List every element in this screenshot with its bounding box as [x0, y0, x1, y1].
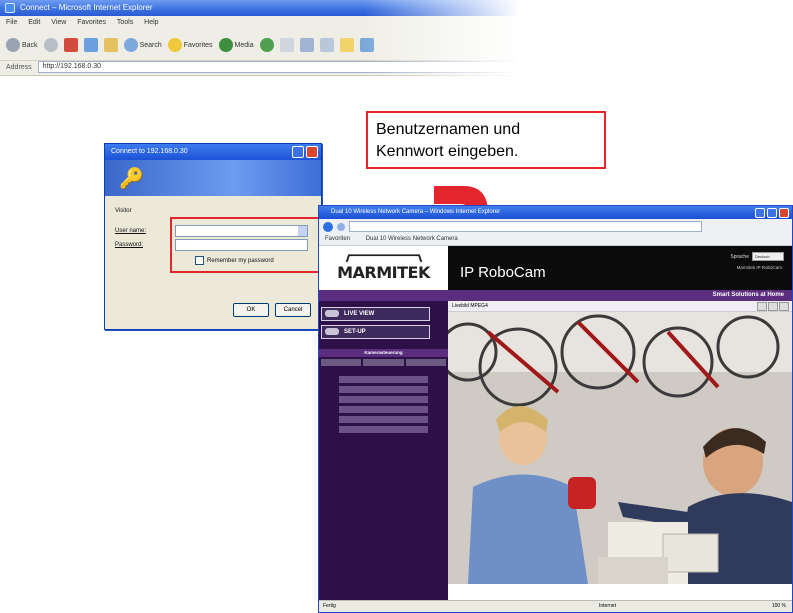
maximize-icon[interactable]	[767, 208, 777, 218]
menu-view[interactable]: View	[51, 19, 66, 26]
dialog-banner: 🔑	[105, 160, 321, 196]
realm-label: Visitor	[115, 208, 132, 214]
menu-item[interactable]	[339, 426, 428, 433]
sidebar: LIVE VIEW SET-UP Kamerasteuerung	[319, 301, 448, 601]
close-icon[interactable]	[779, 208, 789, 218]
ptz-controls	[319, 357, 448, 368]
camera-browser-window: Dual 10 Wireless Network Camera – Window…	[318, 205, 793, 613]
address-input[interactable]	[349, 221, 702, 232]
status-bar: Fertig Internet 100 %	[319, 600, 792, 612]
live-view-button[interactable]: LIVE VIEW	[321, 307, 430, 321]
ok-button[interactable]: OK	[233, 303, 269, 317]
toolbar: Back Search Favorites Media	[0, 30, 520, 61]
minimize-icon[interactable]	[755, 208, 765, 218]
device-info: Marmitek IP RoboCam	[736, 265, 782, 270]
home-icon[interactable]	[103, 38, 118, 52]
print-icon[interactable]	[299, 38, 314, 52]
back-arrow-icon[interactable]	[323, 221, 333, 232]
back-arrow-icon	[6, 38, 20, 52]
favorites-button[interactable]: Favorites	[167, 38, 213, 52]
search-button[interactable]: Search	[123, 38, 162, 52]
camera-web-page: MARMITEK IP RoboCam Sprache Deutsch Marm…	[319, 246, 792, 601]
forward-arrow-icon[interactable]	[337, 222, 345, 231]
navigation-bar	[319, 219, 792, 234]
callout-line-2: Kennwort eingeben.	[376, 143, 519, 160]
menu-favorites[interactable]: Favorites	[77, 19, 106, 26]
keys-icon: 🔑	[119, 168, 144, 190]
dialog-title-bar: Connect to 192.168.0.30	[105, 144, 321, 160]
forward-arrow-icon[interactable]	[43, 38, 58, 52]
product-title: IP RoboCam	[460, 264, 546, 281]
product-banner: IP RoboCam Sprache Deutsch Marmitek IP R…	[448, 246, 792, 290]
star-icon	[167, 38, 182, 52]
camera-video-feed[interactable]	[448, 312, 792, 584]
title-bar: Dual 10 Wireless Network Camera – Window…	[319, 206, 792, 219]
menu-item[interactable]	[339, 396, 428, 403]
menu-item[interactable]	[339, 386, 428, 393]
dialog-title: Connect to 192.168.0.30	[111, 148, 188, 155]
help-icon[interactable]	[292, 146, 304, 158]
zone-indicator: Internet	[599, 603, 616, 609]
refresh-icon[interactable]	[83, 38, 98, 52]
credentials-highlight	[170, 217, 324, 273]
address-bar: Address http://192.168.0.30	[0, 61, 520, 76]
slogan-bar: Smart Solutions at Home	[319, 290, 792, 301]
mail-icon[interactable]	[279, 38, 294, 52]
menu-help[interactable]: Help	[144, 19, 158, 26]
window-title: Connect – Microsoft Internet Explorer	[20, 3, 153, 12]
edit-icon[interactable]	[319, 38, 334, 52]
menu-edit[interactable]: Edit	[28, 19, 40, 26]
slogan: Smart Solutions at Home	[712, 292, 784, 298]
ptz-title: Kamerasteuerung	[319, 349, 448, 357]
messenger-icon[interactable]	[359, 38, 374, 52]
menu-file[interactable]: File	[6, 19, 17, 26]
cancel-button[interactable]: Cancel	[275, 303, 311, 317]
language-label: Sprache	[730, 253, 749, 260]
menu-item[interactable]	[339, 416, 428, 423]
search-icon	[123, 38, 138, 52]
fullscreen-icon[interactable]	[779, 302, 789, 311]
brand-logo: MARMITEK	[319, 246, 448, 290]
title-bar: Connect – Microsoft Internet Explorer	[0, 0, 520, 16]
history-icon[interactable]	[259, 38, 274, 52]
live-view-pane: Livebild MPEG4	[448, 301, 792, 601]
setup-button[interactable]: SET-UP	[321, 325, 430, 339]
ptz-button[interactable]	[363, 359, 404, 366]
address-input[interactable]: http://192.168.0.30	[37, 61, 514, 74]
stream-toolbar: Livebild MPEG4	[448, 301, 792, 312]
callout-line-1: Benutzernamen und	[376, 121, 521, 138]
wrench-icon	[325, 328, 339, 335]
window-title: Dual 10 Wireless Network Camera – Window…	[331, 209, 501, 215]
instruction-callout: Benutzernamen und Kennwort eingeben.	[366, 111, 606, 169]
favorites-bar: Favoriten Dual 10 Wireless Network Camer…	[319, 234, 792, 246]
zoom-in-icon[interactable]	[757, 302, 767, 311]
settings-menu	[319, 376, 448, 433]
ptz-button[interactable]	[405, 359, 446, 366]
username-label: User name:	[115, 228, 147, 234]
menu-bar: File Edit View Favorites Tools Help	[0, 16, 520, 30]
status-text: Fertig	[323, 603, 336, 609]
menu-tools[interactable]: Tools	[117, 19, 133, 26]
stop-icon[interactable]	[63, 38, 78, 52]
zoom-out-icon[interactable]	[768, 302, 778, 311]
password-label: Password:	[115, 242, 144, 248]
media-icon	[218, 38, 233, 52]
back-button[interactable]: Back	[6, 38, 38, 52]
close-icon[interactable]	[306, 146, 318, 158]
folder-icon[interactable]	[339, 38, 354, 52]
browser-tab[interactable]: Dual 10 Wireless Network Camera	[366, 236, 458, 242]
language-select[interactable]: Deutsch	[752, 252, 784, 261]
ie-logo-icon	[5, 3, 15, 13]
camera-image	[448, 312, 792, 584]
media-button[interactable]: Media	[218, 38, 254, 52]
menu-item[interactable]	[339, 376, 428, 383]
camera-icon	[325, 310, 339, 317]
zoom-level[interactable]: 100 %	[772, 601, 786, 612]
ptz-button[interactable]	[321, 359, 362, 366]
stream-label: Livebild MPEG4	[452, 303, 488, 309]
favorites-button[interactable]: Favoriten	[325, 236, 350, 242]
menu-item[interactable]	[339, 406, 428, 413]
